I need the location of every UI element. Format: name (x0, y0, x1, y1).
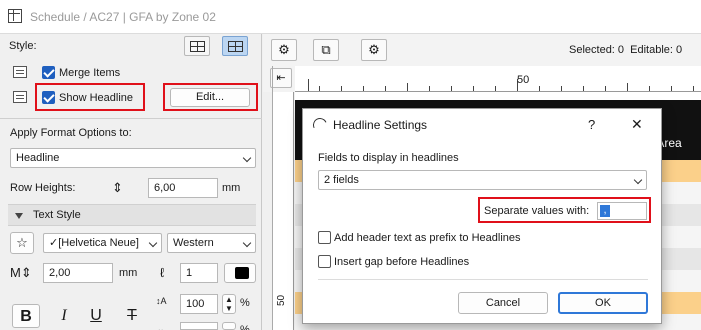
insert-gap-label: Insert gap before Headlines (334, 256, 470, 268)
ruler-toggle-button[interactable]: ⇤ (270, 68, 292, 88)
text-scale-icon: ↕A (156, 296, 167, 306)
text-style-section-header[interactable]: Text Style (8, 204, 256, 226)
chevron-down-icon (148, 238, 158, 248)
style-grid-selected-button[interactable] (222, 36, 248, 56)
vertical-ruler: 50 (272, 92, 294, 330)
pen-icon: ℓ (160, 265, 165, 280)
window-titlebar: Schedule / AC27 | GFA by Zone 02 (0, 0, 701, 34)
settings-gear-button[interactable]: ⚙ (271, 39, 297, 61)
grid-icon (190, 41, 205, 52)
font-size-unit: mm (119, 267, 138, 279)
apply-format-label: Apply Format Options to: (10, 127, 132, 139)
strikethrough-button[interactable]: T (118, 304, 146, 328)
underline-button[interactable]: U (82, 304, 110, 328)
vruler-label: 50 (276, 294, 287, 306)
add-header-checkbox[interactable] (318, 231, 331, 244)
fields-value: 2 fields (324, 174, 359, 186)
insert-gap-checkbox[interactable] (318, 255, 331, 268)
font-value: [Helvetica Neue] (58, 237, 139, 249)
gear-icon: ⚙ (278, 42, 290, 57)
text-style-header: Text Style (33, 209, 81, 221)
close-button[interactable]: ✕ (631, 116, 643, 133)
add-header-label: Add header text as prefix to Headlines (334, 232, 521, 244)
ruler-corner: ⇤ (263, 66, 295, 92)
chevron-down-icon (242, 153, 252, 163)
merge-items-label: Merge Items (59, 67, 121, 79)
show-headline-label: Show Headline (59, 92, 133, 104)
spacing-input[interactable] (180, 322, 218, 330)
row-height-icon: ⇕ (112, 180, 123, 195)
pen-input[interactable]: 1 (180, 263, 218, 283)
selection-status: Selected: 0 Editable: 0 (569, 44, 683, 56)
italic-button[interactable]: I (50, 304, 78, 328)
grid-icon (228, 41, 243, 52)
favorite-star-button[interactable]: ☆ (10, 232, 34, 254)
fields-select[interactable]: 2 fields (318, 170, 647, 190)
pen-color-button[interactable] (224, 263, 256, 283)
style-label: Style: (9, 40, 37, 52)
spacing-unit: % (240, 324, 250, 330)
star-icon: ☆ (16, 235, 28, 250)
separator-input[interactable]: , (597, 202, 647, 220)
merge-icon (13, 66, 27, 78)
ruler-edge (272, 66, 273, 330)
row-heights-unit: mm (222, 182, 241, 194)
format-panel: Style: Merge Items Show Headline Edit...… (0, 34, 262, 330)
merge-items-checkbox[interactable] (42, 66, 55, 79)
dialog-divider (318, 279, 648, 280)
show-headline-checkbox[interactable] (42, 91, 55, 104)
scale-input[interactable]: 100 (180, 294, 218, 314)
apply-format-select[interactable]: Headline (10, 148, 256, 168)
schedule-toolbar: ⚙ ⧉ ⚙ Selected: 0 Editable: 0 (263, 34, 701, 66)
select-element-button[interactable]: ⧉ (313, 39, 339, 61)
script-value: Western (173, 237, 214, 249)
help-button[interactable]: ? (588, 117, 595, 132)
char-spacing-icon: ↔ (156, 324, 165, 330)
color-swatch (235, 267, 249, 279)
headline-icon (13, 91, 27, 103)
separator-value: , (600, 205, 610, 217)
triangle-down-icon (15, 213, 23, 219)
font-size-input[interactable]: 2,00 (43, 263, 113, 283)
script-select[interactable]: Western (167, 233, 256, 253)
ok-button[interactable]: OK (558, 292, 648, 314)
element-settings-button[interactable]: ⚙ (361, 39, 387, 61)
row-heights-input[interactable]: 6,00 (148, 178, 218, 198)
separate-values-label: Separate values with: (484, 205, 590, 217)
chevron-down-icon (242, 238, 252, 248)
spacing-stepper[interactable] (222, 322, 236, 330)
edit-headline-button[interactable]: Edit... (170, 88, 250, 107)
scale-unit: % (240, 297, 250, 309)
check-icon: ✓ (49, 237, 59, 249)
window-title: Schedule / AC27 | GFA by Zone 02 (30, 10, 216, 24)
row-heights-label: Row Heights: (10, 182, 76, 194)
divider (0, 118, 262, 119)
horizontal-ruler: 50 (295, 66, 701, 92)
font-select[interactable]: ✓[Helvetica Neue] (43, 233, 162, 253)
headline-settings-dialog: Headline Settings ? ✕ Fields to display … (302, 108, 662, 324)
chevron-down-icon (633, 175, 643, 185)
dialog-title: Headline Settings (333, 118, 428, 132)
cancel-button[interactable]: Cancel (458, 292, 548, 314)
apply-format-value: Headline (16, 152, 60, 164)
scale-stepper[interactable]: ▲ ▼ (222, 294, 236, 314)
bold-button[interactable]: B (12, 304, 40, 328)
ruler-label: 50 (517, 74, 530, 86)
font-size-icon: M⇕ (10, 265, 32, 280)
fields-label: Fields to display in headlines (318, 152, 459, 164)
ruler-icon: ⇤ (276, 72, 286, 84)
style-grid-button[interactable] (184, 36, 210, 56)
schedule-icon (8, 9, 22, 23)
archicad-arc-icon (311, 116, 329, 134)
select-icon: ⧉ (321, 42, 331, 57)
element-gear-icon: ⚙ (368, 42, 380, 57)
